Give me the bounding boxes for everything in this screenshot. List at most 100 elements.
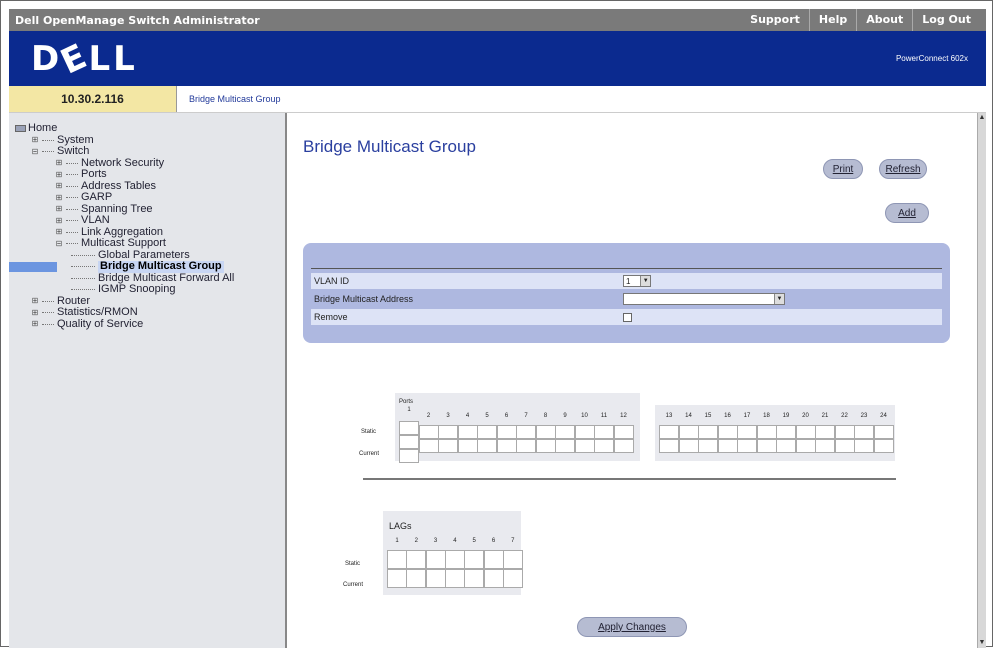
section-divider bbox=[363, 478, 896, 480]
port-current-cell bbox=[613, 439, 634, 453]
port-static-cell[interactable] bbox=[399, 435, 419, 449]
expand-icon[interactable]: ⊞ bbox=[55, 193, 63, 202]
expand-icon[interactable]: ⊞ bbox=[55, 182, 63, 190]
port-static-cell[interactable] bbox=[457, 425, 478, 439]
port-static-cell[interactable] bbox=[717, 425, 738, 439]
tree-item[interactable]: ⊞ System bbox=[9, 134, 285, 147]
remove-checkbox[interactable] bbox=[623, 312, 632, 322]
port-current-cell bbox=[418, 439, 439, 453]
expand-icon[interactable]: ⊞ bbox=[55, 170, 63, 179]
breadcrumb: Bridge Multicast Group bbox=[177, 86, 986, 112]
support-link[interactable]: Support bbox=[741, 9, 809, 31]
lag-number: 7 bbox=[511, 538, 515, 544]
about-link[interactable]: About bbox=[856, 9, 912, 31]
port-static-cell[interactable] bbox=[834, 425, 855, 439]
help-link[interactable]: Help bbox=[808, 9, 856, 31]
port-number: 14 bbox=[685, 413, 692, 419]
tree-item-label: Switch bbox=[57, 145, 90, 157]
current-row-label: Current bbox=[359, 451, 380, 457]
lag-current-label: Current bbox=[343, 582, 364, 588]
expand-icon[interactable]: ⊞ bbox=[55, 205, 63, 213]
port-static-cell[interactable] bbox=[613, 425, 634, 439]
tree-connector bbox=[71, 289, 95, 291]
port-static-cell[interactable] bbox=[795, 425, 816, 439]
print-button[interactable]: Print bbox=[823, 159, 863, 179]
expand-icon[interactable]: ⊞ bbox=[31, 136, 39, 144]
tree-item[interactable]: ⊟ Multicast Support bbox=[9, 237, 285, 250]
expand-icon[interactable]: ⊞ bbox=[31, 320, 39, 328]
tree-item[interactable]: ⊟ Switch bbox=[9, 145, 285, 158]
port-static-cell[interactable] bbox=[418, 425, 439, 439]
tree-item[interactable]: ⊞ GARP bbox=[9, 191, 285, 204]
collapse-icon[interactable]: ⊟ bbox=[55, 239, 63, 248]
add-button[interactable]: Add bbox=[885, 203, 929, 223]
expand-icon[interactable]: ⊞ bbox=[55, 159, 63, 167]
lag-current-cell bbox=[444, 569, 465, 588]
tree-item-label: IGMP Snooping bbox=[98, 283, 176, 295]
logout-link[interactable]: Log Out bbox=[912, 9, 980, 31]
multicast-address-select[interactable]: ▼ bbox=[623, 293, 785, 305]
chevron-down-icon: ▼ bbox=[774, 294, 784, 304]
tree-item[interactable]: ⊞ Quality of Service bbox=[9, 318, 285, 331]
port-current-cell bbox=[678, 439, 699, 453]
port-number: 13 bbox=[665, 413, 673, 419]
port-static-cell[interactable] bbox=[594, 425, 614, 439]
port-static-cell[interactable] bbox=[815, 425, 835, 439]
port-current-cell bbox=[399, 449, 419, 463]
lag-static-cell[interactable] bbox=[483, 550, 504, 569]
tree-item[interactable]: ⊞ Statistics/RMON bbox=[9, 306, 285, 319]
port-number: 23 bbox=[860, 413, 868, 419]
tree-item[interactable]: ⊞ Address Tables bbox=[9, 180, 285, 193]
expand-icon[interactable]: ⊞ bbox=[31, 297, 39, 305]
refresh-button[interactable]: Refresh bbox=[879, 159, 927, 179]
lag-static-cell[interactable] bbox=[425, 550, 446, 569]
expand-icon[interactable]: ⊞ bbox=[55, 216, 63, 225]
port-number: 5 bbox=[485, 413, 489, 419]
tree-item[interactable]: ⊞ Network Security bbox=[9, 157, 285, 170]
lag-static-cell[interactable] bbox=[406, 550, 427, 569]
port-static-cell[interactable] bbox=[659, 425, 679, 439]
port-static-cell[interactable] bbox=[756, 425, 777, 439]
vlan-select[interactable]: 1 ▼ bbox=[623, 275, 651, 287]
collapse-icon[interactable]: ⊟ bbox=[31, 147, 39, 156]
port-current-cell bbox=[457, 439, 478, 453]
lag-current-cell bbox=[406, 569, 427, 588]
port-static-cell[interactable] bbox=[698, 425, 718, 439]
lag-static-label: Static bbox=[345, 561, 361, 567]
port-static-cell[interactable] bbox=[776, 425, 796, 439]
navigation-tree: Home ⊞ System ⊟ Switch ⊞ Network Security ⊞ Port… bbox=[9, 113, 287, 648]
tree-item[interactable]: ⊞ Spanning Tree bbox=[9, 203, 285, 216]
port-static-cell[interactable] bbox=[477, 425, 497, 439]
scroll-up-icon[interactable]: ▲ bbox=[978, 113, 986, 123]
lag-static-cell[interactable] bbox=[444, 550, 465, 569]
expand-icon[interactable]: ⊞ bbox=[31, 308, 39, 317]
port-current-cell bbox=[756, 439, 777, 453]
port-static-cell[interactable] bbox=[399, 421, 419, 435]
tree-item[interactable]: Home bbox=[9, 122, 285, 135]
tree-item[interactable]: ⊞ Router bbox=[9, 295, 285, 308]
expand-icon[interactable]: ⊞ bbox=[55, 228, 63, 236]
port-static-cell[interactable] bbox=[555, 425, 575, 439]
lag-static-cell[interactable] bbox=[464, 550, 485, 569]
lag-static-cell[interactable] bbox=[502, 550, 523, 569]
port-number: 19 bbox=[782, 413, 790, 419]
port-static-cell[interactable] bbox=[496, 425, 517, 439]
port-static-cell[interactable] bbox=[678, 425, 699, 439]
port-static-cell[interactable] bbox=[574, 425, 595, 439]
port-static-cell[interactable] bbox=[438, 425, 458, 439]
vertical-scrollbar[interactable]: ▲ ▼ bbox=[977, 113, 986, 648]
port-static-cell[interactable] bbox=[873, 425, 894, 439]
tree-connector bbox=[66, 197, 78, 199]
port-static-cell[interactable] bbox=[854, 425, 874, 439]
lag-static-cell[interactable] bbox=[387, 550, 407, 569]
port-current-cell bbox=[873, 439, 894, 453]
lags-heading: LAGs bbox=[389, 521, 412, 531]
port-static-cell[interactable] bbox=[516, 425, 536, 439]
tree-item[interactable]: IGMP Snooping bbox=[9, 283, 285, 296]
apply-changes-button[interactable]: Apply Changes bbox=[577, 617, 687, 637]
port-static-cell[interactable] bbox=[737, 425, 757, 439]
tree-item[interactable]: ⊞ VLAN bbox=[9, 214, 285, 227]
port-static-cell[interactable] bbox=[535, 425, 556, 439]
tree-item[interactable]: ⊞ Ports bbox=[9, 168, 285, 181]
port-number: 3 bbox=[446, 413, 450, 419]
